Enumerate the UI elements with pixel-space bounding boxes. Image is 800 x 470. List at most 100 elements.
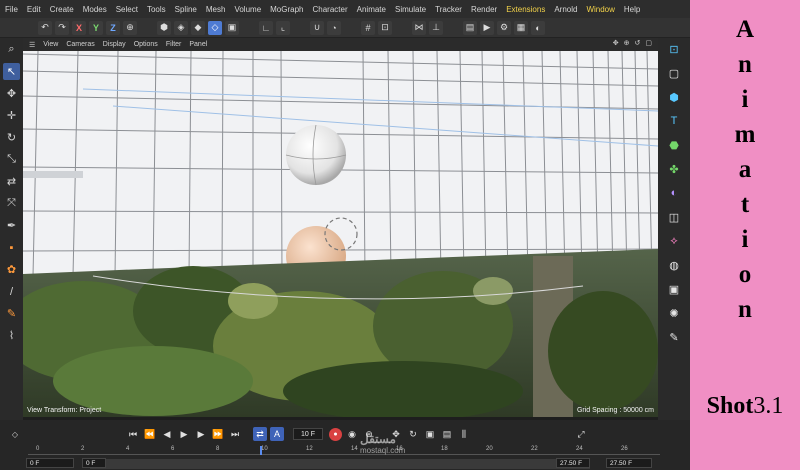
3d-viewport[interactable]: View Transform: Project Grid Spacing : 5… [23,51,658,417]
pan-view-icon[interactable]: ✥ [613,39,619,47]
menu-mograph[interactable]: MoGraph [270,5,303,14]
object-manager-icon[interactable]: ⊡ [665,40,683,58]
play-icon[interactable]: ▶ [177,427,191,441]
field-icon[interactable]: ◫ [665,208,683,226]
preview-start-field[interactable]: 0 F [82,458,106,468]
playhead[interactable] [260,446,262,455]
select-move-icon[interactable]: ✥ [3,85,20,102]
sphere-top[interactable] [285,124,347,186]
go-to-end-icon[interactable]: ⏭ [228,427,242,441]
spline-pen-icon[interactable]: ✒ [3,217,20,234]
knife-icon[interactable]: ✎ [3,305,20,322]
keyframe-diamond-icon[interactable]: ◇ [0,430,30,439]
menu-modes[interactable]: Modes [83,5,107,14]
viewport-menu-handle-icon[interactable]: ☰ [29,41,35,49]
record-rotation-icon[interactable]: ↻ [406,427,420,441]
model-mode-icon[interactable]: ◇ [208,20,222,35]
preview-range-slider[interactable] [90,459,590,469]
redo-icon[interactable]: ↷ [55,20,69,35]
render-view-icon[interactable]: ▶ [480,20,494,35]
model-tweak-icon[interactable]: ⤧ [3,195,20,212]
viewport-menu-view[interactable]: View [43,41,58,48]
range-end-field[interactable]: 27.50 F [606,458,652,468]
menu-volume[interactable]: Volume [234,5,261,14]
coordinate-system-icon[interactable]: ⊕ [123,20,137,35]
text-spline-icon[interactable]: T [665,112,683,130]
menu-select[interactable]: Select [116,5,138,14]
menu-window[interactable]: Window [586,5,614,14]
render-settings-icon[interactable]: ⚙ [497,20,511,35]
light-icon[interactable]: ✺ [665,304,683,322]
deformer-icon[interactable]: ◐ [665,184,683,202]
timeline-ruler[interactable]: 0 2 4 6 8 10 12 14 16 18 20 22 24 26 [28,446,660,455]
autokey-record-icon[interactable]: ◉ [345,427,359,441]
record-keys-icon[interactable]: ● [329,427,342,441]
menu-tracker[interactable]: Tracker [435,5,462,14]
lock-workplane-icon[interactable]: ⊥ [429,20,443,35]
menu-tools[interactable]: Tools [147,5,166,14]
go-to-start-icon[interactable]: ⏮ [126,427,140,441]
grid-snap-icon[interactable]: # [361,20,375,35]
menu-simulate[interactable]: Simulate [395,5,426,14]
sculpt-icon[interactable]: ✿ [3,261,20,278]
zoom-view-icon[interactable]: ⊕ [624,39,630,47]
render-queue-icon[interactable]: ▦ [514,20,528,35]
scene-icon[interactable]: ⟡ [665,232,683,250]
orbit-view-icon[interactable]: ↺ [635,39,641,47]
polygons-mode-icon[interactable]: ◆ [191,20,205,35]
cloner-icon[interactable]: ✤ [665,160,683,178]
menu-character[interactable]: Character [313,5,348,14]
magnet-tool-icon[interactable]: ⌇ [3,327,20,344]
snap-settings-icon[interactable]: ◔ [327,20,341,35]
viewport-menu-cameras[interactable]: Cameras [66,41,94,48]
cube-icon[interactable]: ⬢ [665,88,683,106]
menu-mesh[interactable]: Mesh [206,5,226,14]
next-frame-icon[interactable]: ▶ [194,427,208,441]
null-object-icon[interactable]: ▢ [665,64,683,82]
menu-file[interactable]: File [5,5,18,14]
loop-icon[interactable]: ⇄ [253,427,267,441]
scale-tool-icon[interactable]: ⤡ [3,151,20,168]
menu-arnold[interactable]: Arnold [554,5,577,14]
axis-z-toggle[interactable]: Z [106,20,120,35]
menu-create[interactable]: Create [50,5,74,14]
transfer-icon[interactable]: ⇄ [3,173,20,190]
edges-mode-icon[interactable]: ◈ [174,20,188,35]
previous-key-icon[interactable]: ⏪ [143,427,157,441]
menu-edit[interactable]: Edit [27,5,41,14]
record-param-icon[interactable]: ▤ [440,427,454,441]
axis-mode-icon[interactable]: ⌞ [276,20,290,35]
menu-spline[interactable]: Spline [175,5,197,14]
clapper-render-icon[interactable]: ▤ [463,20,477,35]
auto-key-icon[interactable]: A [270,427,284,441]
points-mode-icon[interactable]: ⬢ [157,20,171,35]
snap-magnet-icon[interactable]: ∪ [310,20,324,35]
menu-help[interactable]: Help [624,5,640,14]
menu-extensions[interactable]: Extensions [506,5,545,14]
interactive-render-icon[interactable]: ◐ [531,20,545,35]
brush-icon[interactable]: / [3,283,20,300]
quantize-icon[interactable]: ⊡ [378,20,392,35]
range-start-field[interactable]: 0 F [26,458,74,468]
environment-icon[interactable]: ◍ [665,256,683,274]
viewport-menu-options[interactable]: Options [134,41,158,48]
rotate-tool-icon[interactable]: ↻ [3,129,20,146]
preview-end-field[interactable]: 27.50 F [556,458,590,468]
subdivision-icon[interactable]: ⬣ [665,136,683,154]
viewport-menu-display[interactable]: Display [103,41,126,48]
camera-icon[interactable]: ▣ [665,280,683,298]
viewport-menu-filter[interactable]: Filter [166,41,182,48]
menu-animate[interactable]: Animate [357,5,386,14]
move-tool-icon[interactable]: ✛ [3,107,20,124]
timeline-window-icon[interactable]: ⤢ [574,427,588,441]
record-pla-icon[interactable]: ⫼ [457,427,471,441]
maximize-view-icon[interactable]: ▢ [645,39,652,47]
viewport-menu-panel[interactable]: Panel [189,41,207,48]
workplane-icon[interactable]: ∟ [259,20,273,35]
menu-render[interactable]: Render [471,5,497,14]
search-icon[interactable]: ⌕ [3,41,20,58]
live-selection-icon[interactable]: ↖ [3,63,20,80]
edit-icon[interactable]: ✎ [665,328,683,346]
texture-mode-icon[interactable]: ▣ [225,20,239,35]
axis-x-toggle[interactable]: X [72,20,86,35]
